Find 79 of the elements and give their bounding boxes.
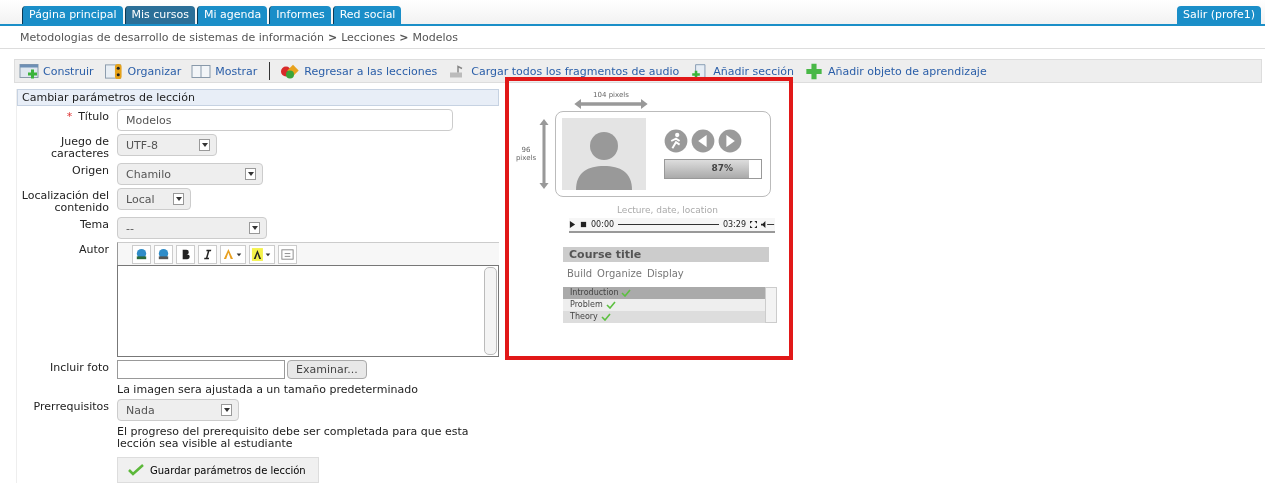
field-label: Origen	[72, 164, 109, 177]
previous-icon[interactable]	[691, 129, 715, 153]
breadcrumb-separator: >	[399, 31, 409, 44]
course-menu-link[interactable]: Build	[567, 268, 593, 279]
toolbar-link[interactable]: Añadir sección	[713, 64, 794, 78]
fullscreen-icon[interactable]	[750, 221, 757, 228]
nav-tab[interactable]: Página principal	[22, 6, 123, 24]
field-label: Autor	[78, 243, 109, 256]
highlight-icon[interactable]	[249, 244, 275, 264]
shapes-icon	[280, 62, 301, 80]
add-window-icon	[19, 62, 39, 80]
course-menu-link[interactable]: Organize	[597, 268, 642, 279]
nav-tab[interactable]: Mi agenda	[197, 6, 268, 24]
nav-tab[interactable]: Mis cursos	[124, 6, 196, 24]
required-mark: *	[66, 110, 73, 123]
progress-reading: 87%	[711, 163, 733, 173]
bold-icon[interactable]	[176, 244, 195, 264]
author-editor[interactable]	[117, 265, 499, 357]
height-arrow-icon	[539, 119, 549, 189]
dropdown-icon	[245, 168, 256, 180]
field-label: Título	[78, 110, 109, 123]
nav-tab[interactable]: Informes	[269, 6, 331, 24]
scrollbar[interactable]	[484, 267, 497, 355]
toolbar-link[interactable]: Añadir objeto de aprendizaje	[827, 64, 987, 78]
link-icon[interactable]	[132, 244, 151, 264]
panels-icon	[191, 62, 212, 80]
field-label: Prerrequisitos	[33, 400, 109, 413]
plus-icon	[803, 62, 824, 80]
breadcrumb-link[interactable]: Lecciones	[341, 31, 396, 44]
field-hint: El progreso del prerequisito debe ser completada para que esta lección sea visible al estudiante	[117, 426, 470, 450]
breadcrumb-link[interactable]: Metodologias de desarrollo de sistemas de información	[20, 31, 324, 44]
dropdown-icon	[199, 139, 210, 151]
lesson-item[interactable]: Theory	[563, 311, 765, 323]
field-label: Incluir foto	[50, 361, 109, 374]
field-label: Tema	[79, 218, 109, 231]
lecture-caption: Lecture, date, location	[617, 205, 720, 215]
breadcrumb-link[interactable]: Modelos	[412, 31, 458, 44]
file-input[interactable]	[117, 360, 285, 379]
time-label: 00:00	[591, 219, 615, 230]
breadcrumb-separator: >	[327, 31, 338, 44]
course-title: Course title	[563, 247, 769, 262]
course-menu-link[interactable]: Display	[646, 268, 684, 279]
lesson-item[interactable]: Problem	[563, 299, 765, 311]
toolbar-link[interactable]: Organizar	[127, 64, 182, 78]
stop-icon[interactable]	[580, 221, 587, 228]
save-button[interactable]: Guardar parámetros de lección	[117, 457, 319, 483]
dropdown-icon	[221, 404, 232, 416]
volume-icon[interactable]	[761, 221, 775, 228]
field-label: Localización del contenido	[21, 189, 109, 214]
field-hint: La imagen sera ajustada a un tamaño predeterminado	[117, 384, 419, 396]
runner-icon[interactable]	[664, 129, 688, 153]
toolbar-link[interactable]: Regresar a las lecciones	[304, 64, 438, 78]
toolbar-link[interactable]: Mostrar	[215, 64, 258, 78]
nav-tab[interactable]: Red social	[332, 6, 402, 24]
select-field[interactable]: Chamilo	[117, 163, 263, 185]
select-field[interactable]: --	[117, 217, 267, 239]
select-field[interactable]: Nada	[117, 399, 239, 421]
italic-icon[interactable]	[198, 244, 217, 264]
toolbar-link[interactable]: Cargar todos los fragmentos de audio	[471, 64, 680, 78]
field-label: Juego de caracteres	[51, 135, 109, 160]
text-color-icon[interactable]	[220, 244, 246, 264]
select-field[interactable]: UTF-8	[117, 134, 217, 156]
time-label: 03:29	[722, 219, 746, 230]
checkmark-icon	[128, 464, 144, 476]
title-input[interactable]: Modelos	[117, 109, 453, 131]
scrollbar[interactable]	[765, 287, 777, 323]
select-field[interactable]: Local	[117, 188, 191, 210]
form-header: Cambiar parámetros de lección	[17, 89, 499, 106]
logout-tab[interactable]: Salir (profe1)	[1176, 6, 1261, 24]
dropdown-icon	[173, 193, 184, 205]
order-icon	[103, 62, 124, 80]
unlink-icon[interactable]	[154, 244, 173, 264]
browse-button[interactable]: Examinar...	[287, 360, 367, 379]
play-icon[interactable]	[569, 221, 576, 228]
toolbar-link[interactable]: Construir	[43, 64, 94, 78]
dropdown-icon	[249, 222, 260, 234]
lesson-item[interactable]: Introduction	[563, 287, 765, 299]
source-icon[interactable]	[278, 244, 297, 264]
next-icon[interactable]	[718, 129, 742, 153]
